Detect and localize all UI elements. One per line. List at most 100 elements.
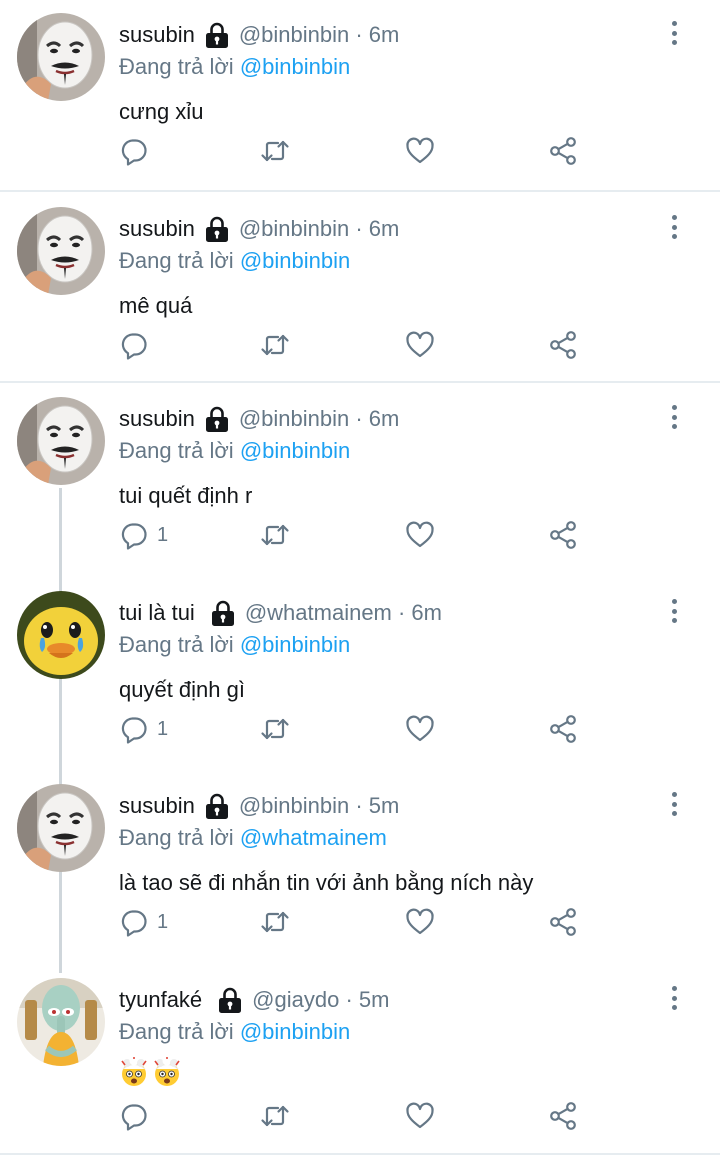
retweet-button[interactable] <box>260 327 290 363</box>
share-button[interactable] <box>548 327 578 363</box>
avatar-guy-fawkes-mask[interactable] <box>17 784 105 872</box>
retweet-icon <box>261 718 289 740</box>
lock-icon <box>203 405 231 433</box>
reply-icon <box>121 1104 147 1131</box>
replying-to-label: Đang trả lời <box>119 248 234 273</box>
display-name[interactable]: tui là tui <box>119 600 195 626</box>
tweet-header: susubin @binbinbin · 6m <box>119 214 399 244</box>
more-options-icon[interactable] <box>662 18 686 48</box>
replying-to: Đang trả lời @binbinbin <box>119 248 350 274</box>
reply-button[interactable]: 1 <box>119 711 168 747</box>
tweet-text: cưng xỉu <box>119 99 204 124</box>
handle-and-time[interactable]: @binbinbin · 6m <box>239 22 400 48</box>
retweet-icon <box>261 140 289 162</box>
replying-to-label: Đang trả lời <box>119 825 234 850</box>
handle-and-time[interactable]: @binbinbin · 6m <box>239 216 400 242</box>
exploding-head-emoji <box>154 1057 180 1086</box>
share-icon <box>550 137 576 165</box>
tweet-text: quyết định gì <box>119 677 245 702</box>
reply-button[interactable] <box>119 133 157 169</box>
mention-link[interactable]: @binbinbin <box>240 438 350 463</box>
more-options-icon[interactable] <box>662 402 686 432</box>
mention-link[interactable]: @binbinbin <box>240 632 350 657</box>
lock-icon <box>203 21 231 49</box>
share-button[interactable] <box>548 711 578 747</box>
lock-icon <box>209 599 237 627</box>
reply-button[interactable] <box>119 327 157 363</box>
like-button[interactable] <box>405 711 435 747</box>
lock-icon <box>203 792 231 820</box>
reply-button[interactable] <box>119 1098 157 1134</box>
retweet-button[interactable] <box>260 904 290 940</box>
display-name[interactable]: susubin <box>119 216 195 242</box>
divider <box>0 381 720 383</box>
reply-icon <box>121 333 147 360</box>
retweet-icon <box>261 911 289 933</box>
retweet-icon <box>261 524 289 546</box>
retweet-button[interactable] <box>260 1098 290 1134</box>
tweet-actions <box>0 1098 720 1134</box>
tweet-text: mê quá <box>119 293 193 318</box>
handle-and-time[interactable]: @whatmainem · 6m <box>245 600 442 626</box>
display-name[interactable]: susubin <box>119 793 195 819</box>
reply-icon <box>121 717 147 744</box>
avatar-guy-fawkes-mask[interactable] <box>17 397 105 485</box>
like-button[interactable] <box>405 517 435 553</box>
avatar-crying-duck[interactable] <box>17 591 105 679</box>
share-icon <box>550 715 576 743</box>
mention-link[interactable]: @binbinbin <box>240 248 350 273</box>
share-button[interactable] <box>548 904 578 940</box>
tweet-header: susubin @binbinbin · 5m <box>119 791 399 821</box>
share-button[interactable] <box>548 517 578 553</box>
mention-link[interactable]: @binbinbin <box>240 1019 350 1044</box>
share-icon <box>550 521 576 549</box>
reply-button[interactable]: 1 <box>119 904 168 940</box>
more-options-icon[interactable] <box>662 596 686 626</box>
avatar-guy-fawkes-mask[interactable] <box>17 13 105 101</box>
reply-count: 1 <box>157 910 169 933</box>
replying-to: Đang trả lời @binbinbin <box>119 438 350 464</box>
retweet-button[interactable] <box>260 133 290 169</box>
share-icon <box>550 331 576 359</box>
tweet-header: susubin @binbinbin · 6m <box>119 20 399 50</box>
retweet-button[interactable] <box>260 711 290 747</box>
heart-icon <box>406 715 434 742</box>
tweet-feed: susubin @binbinbin · 6m Đang trả lời @bi… <box>0 0 720 1155</box>
handle-and-time[interactable]: @binbinbin · 5m <box>239 793 400 819</box>
tweet-actions: 1 <box>0 904 720 940</box>
heart-icon <box>406 137 434 164</box>
like-button[interactable] <box>405 904 435 940</box>
share-button[interactable] <box>548 1098 578 1134</box>
mention-link[interactable]: @whatmainem <box>240 825 387 850</box>
exploding-head-emoji <box>121 1057 147 1086</box>
display-name[interactable]: susubin <box>119 406 195 432</box>
handle-and-time[interactable]: @binbinbin · 6m <box>239 406 400 432</box>
tweet-text <box>119 1057 185 1087</box>
like-button[interactable] <box>405 133 435 169</box>
mention-link[interactable]: @binbinbin <box>240 54 350 79</box>
reply-icon <box>121 523 147 550</box>
replying-to-label: Đang trả lời <box>119 632 234 657</box>
display-name[interactable]: tyunfaké <box>119 987 202 1013</box>
tweet-text: tui quết định r <box>119 483 253 508</box>
display-name[interactable]: susubin <box>119 22 195 48</box>
more-options-icon[interactable] <box>662 983 686 1013</box>
avatar-guy-fawkes-mask[interactable] <box>17 207 105 295</box>
like-button[interactable] <box>405 327 435 363</box>
reply-count: 1 <box>157 523 169 546</box>
handle-and-time[interactable]: @giaydo · 5m <box>252 987 389 1013</box>
like-button[interactable] <box>405 1098 435 1134</box>
tweet-header: susubin @binbinbin · 6m <box>119 404 399 434</box>
more-options-icon[interactable] <box>662 789 686 819</box>
reply-icon <box>121 910 147 937</box>
tweet-text: là tao sẽ đi nhắn tin với ảnh bằng ních … <box>119 870 534 895</box>
reply-button[interactable]: 1 <box>119 517 168 553</box>
retweet-icon <box>261 1105 289 1127</box>
avatar-squidward[interactable] <box>17 978 105 1066</box>
more-options-icon[interactable] <box>662 212 686 242</box>
retweet-button[interactable] <box>260 517 290 553</box>
reply-count: 1 <box>157 717 169 740</box>
share-button[interactable] <box>548 133 578 169</box>
retweet-icon <box>261 334 289 356</box>
replying-to-label: Đang trả lời <box>119 1019 234 1044</box>
